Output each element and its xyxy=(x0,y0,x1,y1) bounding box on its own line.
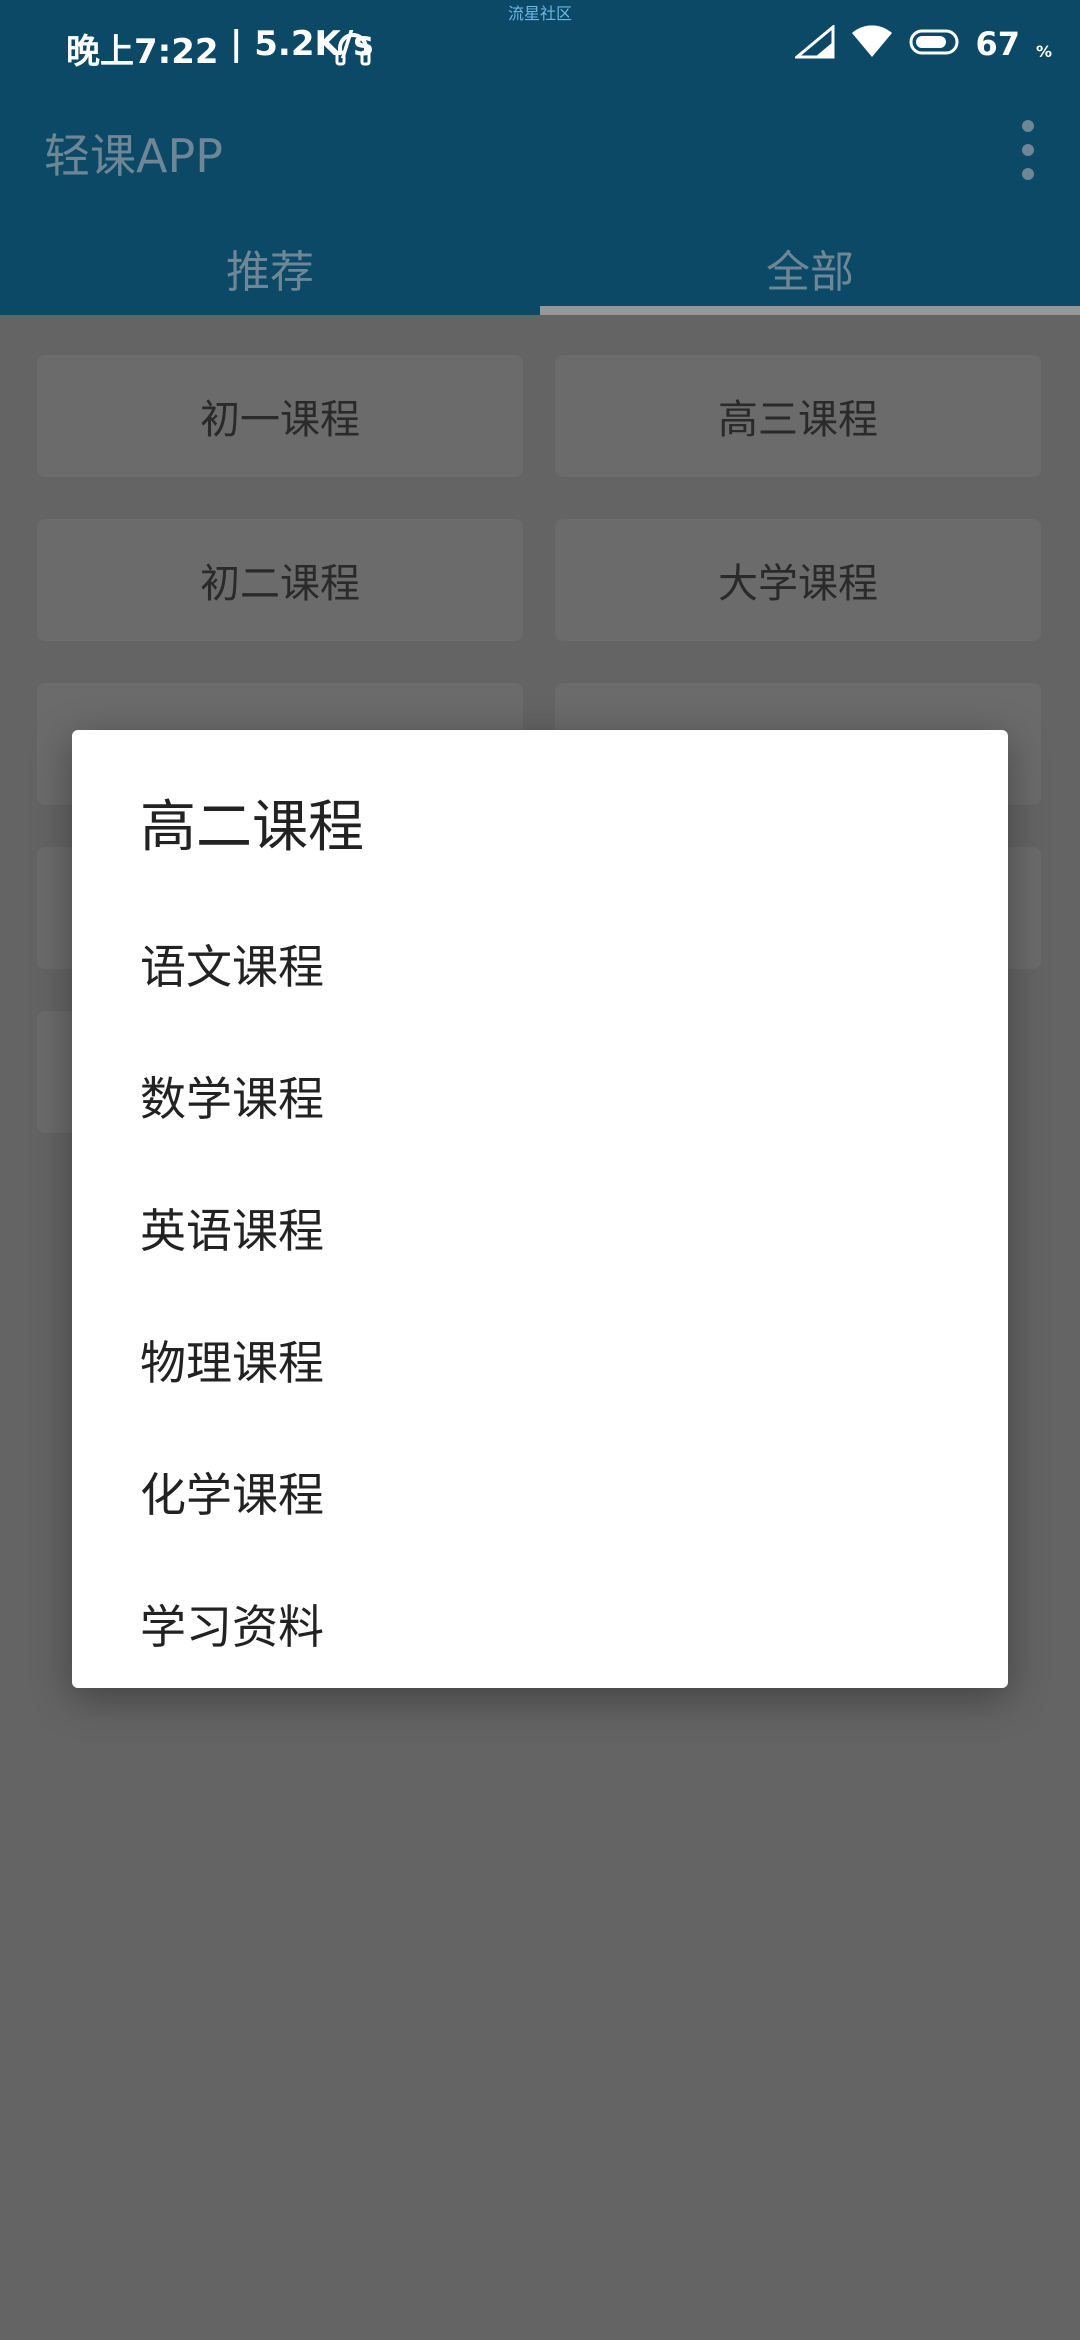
app-title: 轻课APP xyxy=(44,129,223,183)
dialog-item-physics[interactable]: 物理课程 xyxy=(72,1294,1008,1426)
dialog-item-chemistry[interactable]: 化学课程 xyxy=(72,1426,1008,1558)
tab-all[interactable]: 全部 xyxy=(540,210,1080,315)
overflow-menu-icon[interactable] xyxy=(1006,120,1050,180)
dialog-title: 高二课程 xyxy=(140,795,364,860)
dialog-item-chinese[interactable]: 语文课程 xyxy=(72,898,1008,1030)
status-bar: 流星社区 晚上7:22 | 5.2K/s 67 % xyxy=(0,0,1080,90)
course-card-grade8[interactable]: 初二课程 xyxy=(37,519,523,641)
app-toolbar: 轻课APP xyxy=(0,90,1080,210)
tab-recommended[interactable]: 推荐 xyxy=(0,210,540,315)
tab-bar: 推荐 全部 xyxy=(0,210,1080,315)
status-icons: 67 % xyxy=(793,22,1052,66)
battery-level: 67 xyxy=(975,25,1020,63)
course-dialog: 高二课程 语文课程 数学课程 英语课程 物理课程 化学课程 学习资料 xyxy=(72,730,1008,1688)
headset-icon xyxy=(334,30,372,72)
signal-icon xyxy=(793,23,835,63)
dialog-item-english[interactable]: 英语课程 xyxy=(72,1162,1008,1294)
status-time: 晚上7:22 xyxy=(66,32,219,72)
dialog-item-math[interactable]: 数学课程 xyxy=(72,1030,1008,1162)
course-card-university[interactable]: 大学课程 xyxy=(555,519,1041,641)
watermark-text: 流星社区 xyxy=(507,4,572,23)
dialog-list: 语文课程 数学课程 英语课程 物理课程 化学课程 学习资料 xyxy=(72,898,1008,1690)
battery-unit: % xyxy=(1035,41,1052,61)
course-card-grade7[interactable]: 初一课程 xyxy=(37,355,523,477)
dialog-item-study-materials[interactable]: 学习资料 xyxy=(72,1558,1008,1690)
wifi-icon xyxy=(851,25,893,63)
battery-icon xyxy=(909,28,959,60)
course-card-grade12[interactable]: 高三课程 xyxy=(555,355,1041,477)
